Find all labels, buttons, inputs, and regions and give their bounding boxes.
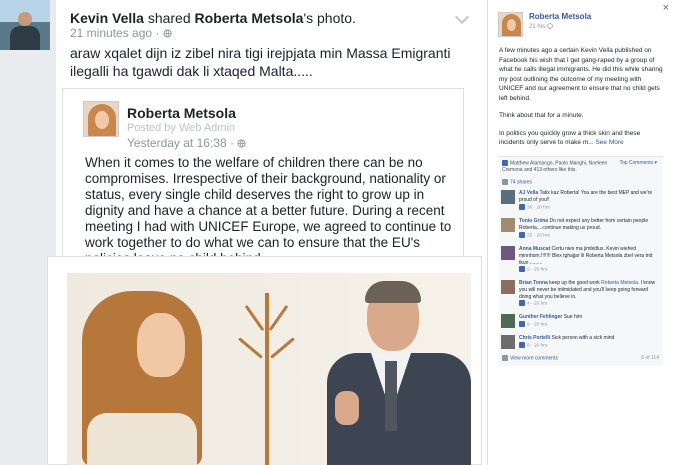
shared-photo[interactable] bbox=[67, 273, 471, 465]
panel-author[interactable]: Roberta Metsola bbox=[529, 12, 591, 21]
avatar[interactable] bbox=[501, 335, 515, 349]
post-action-prefix: shared bbox=[143, 10, 195, 26]
top-comments-dropdown[interactable]: Top Comments ▾ bbox=[619, 160, 657, 166]
comment-author[interactable]: Gunther Fehlinger bbox=[519, 314, 562, 320]
avatar[interactable] bbox=[501, 218, 515, 232]
see-more-link[interactable]: See More bbox=[595, 139, 623, 146]
post-author[interactable]: Kevin Vella bbox=[70, 10, 144, 26]
like-icon bbox=[502, 160, 508, 166]
view-more-comments-link[interactable]: View more comments bbox=[502, 355, 558, 361]
panel-paragraph-2: Think about that for a minute. bbox=[499, 112, 584, 119]
like-icon[interactable] bbox=[519, 300, 525, 307]
like-icon[interactable] bbox=[519, 266, 525, 273]
comment-text: Sue him bbox=[563, 314, 583, 320]
comment-author[interactable]: Chris Portelli bbox=[519, 335, 550, 341]
close-icon[interactable]: × bbox=[663, 2, 669, 14]
share-icon bbox=[502, 179, 508, 185]
avatar[interactable] bbox=[83, 101, 119, 137]
comment-icon bbox=[502, 355, 508, 361]
like-icon[interactable] bbox=[519, 203, 525, 210]
comment-author[interactable]: AJ Vella bbox=[519, 190, 538, 196]
comments-box: Matthew Alamango, Paolo Manghi, Noeleen … bbox=[499, 156, 663, 366]
comment-meta: 4 · 20 hrs bbox=[519, 300, 659, 308]
shared-subtitle: Posted by Web Admin bbox=[127, 122, 236, 134]
globe-icon bbox=[237, 139, 246, 148]
like-icon[interactable] bbox=[519, 341, 525, 348]
post-header: Kevin Vella shared Roberta Metsola's pho… bbox=[70, 10, 356, 26]
post-text: araw xqalet dijn iz zibel nira tigi irej… bbox=[70, 45, 451, 79]
avatar[interactable] bbox=[501, 190, 515, 204]
shared-post: Roberta Metsola Posted by Web Admin Yest… bbox=[62, 88, 464, 266]
shared-time[interactable]: Yesterday at 16:38 · bbox=[127, 136, 246, 150]
commenter-profile-photo[interactable] bbox=[0, 0, 50, 50]
globe-icon bbox=[163, 29, 172, 38]
post-card: Kevin Vella shared Roberta Metsola's pho… bbox=[47, 0, 488, 465]
comment-author[interactable]: Brian Tonna bbox=[519, 280, 548, 286]
post-detail-panel: × Roberta Metsola 21 hrs A few minutes a… bbox=[488, 0, 675, 465]
comment-text: Sick person with a sick mind bbox=[551, 335, 615, 341]
post-action-suffix: 's photo. bbox=[303, 10, 356, 26]
comment-text: keep up the good work bbox=[549, 280, 600, 286]
like-icon[interactable] bbox=[519, 231, 525, 238]
globe-icon bbox=[547, 23, 554, 29]
like-icon[interactable] bbox=[519, 320, 525, 327]
comment-meta: 30 · 20 hrs bbox=[519, 203, 659, 212]
comment-author[interactable]: Anna Muscat bbox=[519, 246, 550, 252]
shares-link[interactable]: 74 shares bbox=[502, 179, 532, 185]
avatar[interactable] bbox=[501, 314, 515, 328]
mention-link[interactable]: Roberta Metsola bbox=[601, 280, 638, 286]
panel-paragraph-3: In politics you quickly grow a thick ski… bbox=[499, 129, 641, 147]
post-time[interactable]: 21 minutes ago · bbox=[70, 26, 172, 40]
comment-count: 6 of 114 bbox=[641, 355, 659, 361]
shared-author[interactable]: Roberta Metsola bbox=[127, 105, 236, 121]
shared-from-link[interactable]: Roberta Metsola bbox=[195, 10, 304, 26]
chevron-down-icon[interactable] bbox=[454, 9, 470, 25]
likes-summary: Matthew Alamango, Paolo Manghi, Noeleen … bbox=[502, 160, 608, 174]
avatar[interactable] bbox=[498, 12, 523, 37]
comment-meta: 9 · 20 hrs bbox=[519, 266, 659, 274]
comment-text: Tatix kaz Roberta! You are the best MEP … bbox=[519, 190, 653, 203]
panel-time[interactable]: 21 hrs bbox=[529, 23, 554, 30]
panel-paragraph-1: A few minutes ago a certain Kevin Vella … bbox=[499, 47, 663, 102]
avatar[interactable] bbox=[501, 280, 515, 294]
panel-post-text: A few minutes ago a certain Kevin Vella … bbox=[499, 46, 667, 156]
comment-meta: 9 · 20 hrs bbox=[519, 320, 659, 329]
photo-frame bbox=[47, 256, 482, 465]
comment-author[interactable]: Tonio Grima bbox=[519, 218, 548, 224]
comment-meta: 25 · 20 hrs bbox=[519, 231, 659, 240]
comment-meta: 8 · 20 hrs bbox=[519, 341, 659, 350]
shared-text: When it comes to the welfare of children… bbox=[85, 155, 452, 266]
avatar[interactable] bbox=[501, 246, 515, 260]
